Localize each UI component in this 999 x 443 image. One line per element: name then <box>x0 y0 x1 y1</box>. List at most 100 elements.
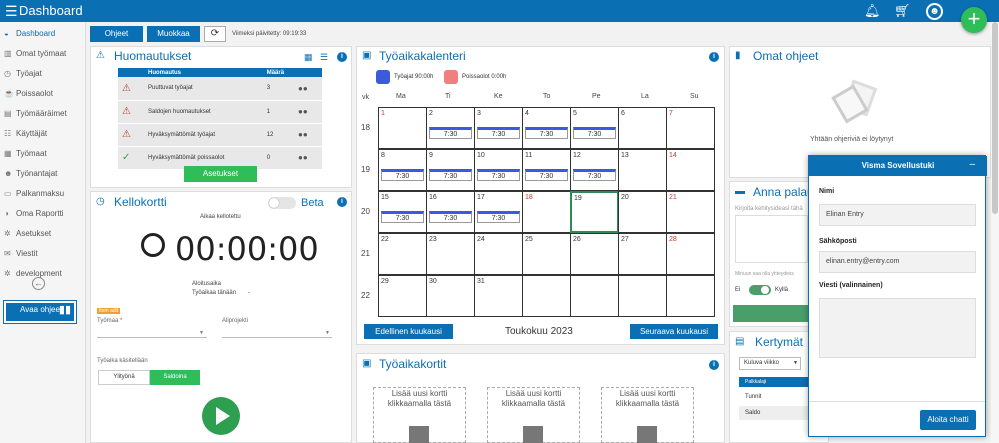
play-button[interactable] <box>202 397 240 435</box>
work-entry-chip[interactable]: 7:30 <box>525 127 568 139</box>
minimize-icon[interactable]: – <box>969 159 975 170</box>
calendar-day[interactable]: 24 <box>474 233 523 275</box>
work-entry-chip[interactable]: 7:30 <box>573 127 616 139</box>
next-month-button[interactable]: Seuraava kuukausi <box>630 324 718 339</box>
beta-toggle[interactable] <box>268 197 296 209</box>
calendar-day[interactable]: 22 <box>378 233 427 275</box>
sidebar-item-käyttäjät[interactable]: ☷ Käyttäjät <box>0 124 86 144</box>
collapse-sidebar-icon[interactable]: ← <box>32 277 45 290</box>
calendar-day[interactable]: 2 7:30 <box>426 107 475 149</box>
bell-icon[interactable]: 🔔︎ <box>864 3 881 19</box>
calendar-day[interactable] <box>618 275 667 317</box>
calendar-day[interactable]: 15 7:30 <box>378 191 427 233</box>
feedback-textarea[interactable] <box>735 215 808 263</box>
calendar-day[interactable]: 31 <box>474 275 523 317</box>
notice-row[interactable]: ⚠ Puuttuvat työajat 3 ●● <box>118 77 322 101</box>
message-field[interactable] <box>819 298 976 358</box>
cart-icon[interactable]: 🛒︎ <box>894 3 911 19</box>
sidebar-item-dashboard[interactable]: ◒ Dashboard <box>0 24 86 44</box>
sidebar-item-poissaolot[interactable]: ☕ Poissaolot <box>0 84 86 104</box>
work-entry-chip[interactable]: 7:30 <box>477 169 520 181</box>
sidebar-item-työmääräimet[interactable]: ▤ Työmääräimet <box>0 104 86 124</box>
calendar-day[interactable]: 19 <box>570 191 619 233</box>
refresh-icon[interactable]: ⟳ <box>204 26 226 42</box>
work-entry-chip[interactable]: 7:30 <box>381 211 424 223</box>
work-entry-chip[interactable]: 7:30 <box>429 169 472 181</box>
calendar-day[interactable]: 17 7:30 <box>474 191 523 233</box>
subproject-select[interactable] <box>222 337 332 338</box>
calendar-day[interactable]: 10 7:30 <box>474 149 523 191</box>
add-card-2[interactable]: Lisää uusi kortti klikkaamalla tästä <box>487 387 580 443</box>
calendar-day[interactable]: 11 7:30 <box>522 149 571 191</box>
sidebar-item-oma-raportti[interactable]: ◑ Oma Raportti <box>0 204 86 224</box>
work-entry-chip[interactable]: 7:30 <box>573 169 616 181</box>
user-avatar-icon[interactable]: ☻ <box>926 3 943 20</box>
calendar-day[interactable]: 30 <box>426 275 475 317</box>
ohjeet-button[interactable]: Ohjeet <box>90 26 143 42</box>
calendar-day[interactable]: 9 7:30 <box>426 149 475 191</box>
calendar-day[interactable]: 27 <box>618 233 667 275</box>
sidebar-item-omat-työmaat[interactable]: ▥ Omat työmaat <box>0 44 86 64</box>
calendar-day[interactable]: 25 <box>522 233 571 275</box>
start-chat-button[interactable]: Aloita chatti <box>920 410 976 430</box>
sidebar-item-työajat[interactable]: ◷ Työajat <box>0 64 86 84</box>
prev-month-button[interactable]: Edellinen kuukausi <box>364 324 453 339</box>
binoculars-icon[interactable]: ●● <box>298 84 308 93</box>
binoculars-icon[interactable]: ●● <box>298 107 308 116</box>
add-card-3[interactable]: Lisää uusi kortti klikkaamalla tästä <box>601 387 694 443</box>
add-card-1[interactable]: Lisää uusi kortti klikkaamalla tästä <box>373 387 466 443</box>
sidebar-item-työnantajat[interactable]: ☻ Työnantajat <box>0 164 86 184</box>
calendar-day[interactable]: 7 <box>666 107 715 149</box>
calendar-day[interactable] <box>666 275 715 317</box>
calendar-day[interactable]: 1 <box>378 107 427 149</box>
calendar-day[interactable]: 28 <box>666 233 715 275</box>
calendar-day[interactable]: 14 <box>666 149 715 191</box>
sidebar-item-palkanmaksu[interactable]: ▭ Palkanmaksu <box>0 184 86 204</box>
name-field[interactable]: Elinan Entry <box>819 204 976 226</box>
notice-row[interactable]: ⚠ Hyväksymättömät työajat 12 ●● <box>118 123 322 147</box>
calendar-day[interactable]: 3 7:30 <box>474 107 523 149</box>
send-feedback-button[interactable] <box>733 305 813 322</box>
subproject-dropdown-icon[interactable]: ▼ <box>325 330 330 336</box>
worksite-select[interactable] <box>97 337 207 338</box>
calendar-day[interactable]: 5 7:30 <box>570 107 619 149</box>
calendar-day[interactable]: 8 7:30 <box>378 149 427 191</box>
work-cards-info-icon[interactable]: i <box>709 360 719 370</box>
calendar-day[interactable] <box>570 275 619 317</box>
calendar-day[interactable]: 20 <box>618 191 667 233</box>
calendar-day[interactable]: 6 <box>618 107 667 149</box>
sidebar-item-asetukset[interactable]: ✲ Asetukset <box>0 224 86 244</box>
page-scrollbar[interactable] <box>991 22 999 443</box>
add-fab-button[interactable]: + <box>961 7 987 33</box>
calendar-day[interactable] <box>522 275 571 317</box>
work-entry-chip[interactable]: 7:30 <box>477 127 520 139</box>
list-view-icon[interactable]: ☰ <box>320 52 328 63</box>
worksite-dropdown-icon[interactable]: ▼ <box>199 330 204 336</box>
muokkaa-button[interactable]: Muokkaa <box>147 26 200 42</box>
work-entry-chip[interactable]: 7:30 <box>477 211 520 223</box>
binoculars-icon[interactable]: ●● <box>298 153 308 162</box>
work-entry-chip[interactable]: 7:30 <box>429 127 472 139</box>
balance-option[interactable]: Saldoina <box>150 370 200 385</box>
calendar-day[interactable]: 16 7:30 <box>426 191 475 233</box>
work-entry-chip[interactable]: 7:30 <box>381 169 424 181</box>
work-entry-chip[interactable]: 7:30 <box>429 211 472 223</box>
timeclock-info-icon[interactable]: i <box>337 197 347 207</box>
contact-toggle[interactable] <box>749 285 771 295</box>
calendar-day[interactable]: 26 <box>570 233 619 275</box>
binoculars-icon[interactable]: ●● <box>298 130 308 139</box>
calendar-day[interactable]: 4 7:30 <box>522 107 571 149</box>
grid-view-icon[interactable]: ▦ <box>304 52 313 63</box>
sidebar-item-työmaat[interactable]: ▦ Työmaat <box>0 144 86 164</box>
calendar-day[interactable]: 21 <box>666 191 715 233</box>
calendar-day[interactable]: 23 <box>426 233 475 275</box>
calendar-day[interactable]: 18 <box>522 191 571 233</box>
notices-info-icon[interactable]: i <box>337 52 347 62</box>
calendar-info-icon[interactable]: i <box>709 52 719 62</box>
calendar-day[interactable]: 29 <box>378 275 427 317</box>
work-entry-chip[interactable]: 7:30 <box>525 169 568 181</box>
notice-row[interactable]: ⚠ Saldojen huomautukset 1 ●● <box>118 100 322 124</box>
period-select[interactable]: Kuluva viikko ▼ <box>739 357 801 370</box>
calendar-day[interactable]: 12 7:30 <box>570 149 619 191</box>
notices-settings-button[interactable]: Asetukset <box>184 166 257 182</box>
